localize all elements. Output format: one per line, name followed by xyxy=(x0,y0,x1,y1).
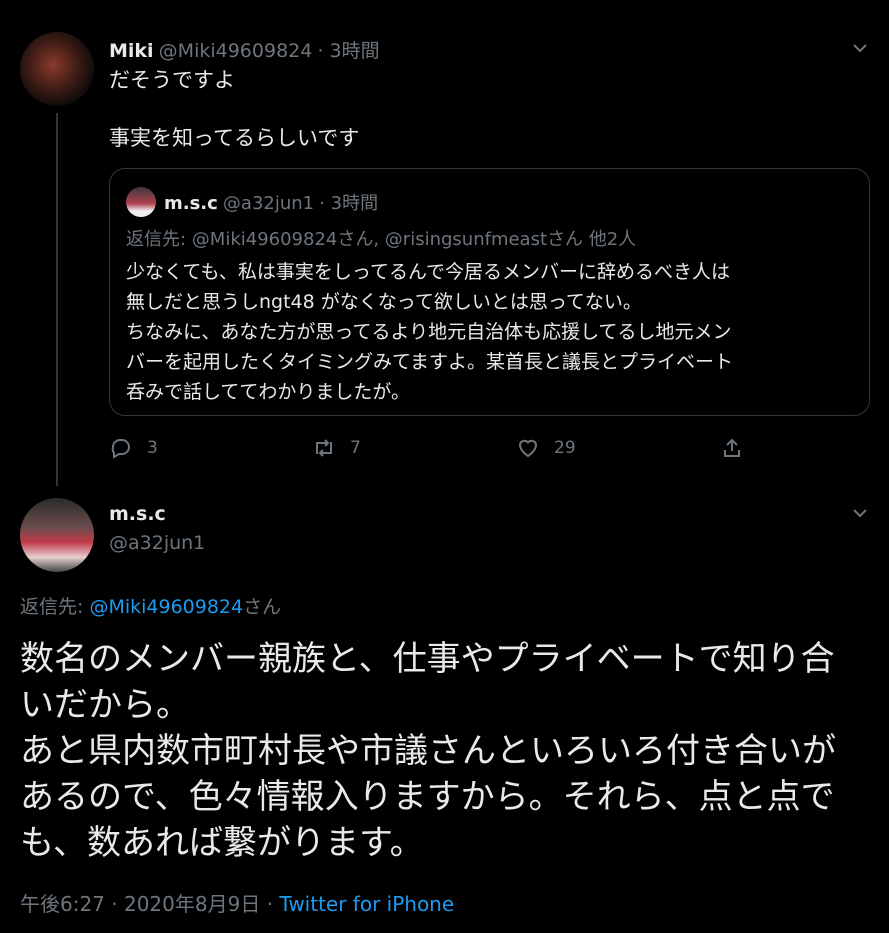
author-name[interactable]: m.s.c xyxy=(109,503,166,525)
chevron-down-icon[interactable] xyxy=(850,38,870,63)
quoted-text-line: ちなみに、あなた方が思ってるより地元自治体も応援してるし地元メン xyxy=(126,321,732,343)
reply-prefix: 返信先: xyxy=(20,596,90,618)
quoted-text-line: 少なくても、私は事実をしってるんで今居るメンバーに辞めるべき人は xyxy=(126,261,731,283)
reply-count: 3 xyxy=(147,438,158,458)
author-name[interactable]: Miki xyxy=(109,40,154,62)
tweet-text-line: も、数あれば繋がります。 xyxy=(20,823,424,863)
reply-to: 返信先: @Miki49609824さん xyxy=(20,592,281,619)
tweet-text-line: 数名のメンバー親族と、仕事やプライベートで知り合 xyxy=(20,639,835,679)
quoted-text: 少なくても、私は事実をしってるんで今居るメンバーに辞めるべき人は 無しだと思うし… xyxy=(126,257,733,407)
reply-handle-link[interactable]: @Miki49609824 xyxy=(89,596,243,618)
retweet-count: 7 xyxy=(350,438,361,458)
reply-button[interactable]: 3 xyxy=(109,436,158,460)
avatar[interactable] xyxy=(20,32,94,106)
quoted-text-line: 無しだと思うしngt48 がなくなって欲しいとは思ってない。 xyxy=(126,291,642,313)
author-handle[interactable]: @Miki49609824 xyxy=(159,40,313,62)
tweet-text-line: だそうですよ xyxy=(109,68,235,92)
tweet-text-line: あるので、色々情報入りますから。それら、点と点で xyxy=(20,777,835,817)
quoted-time: · 3時間 xyxy=(319,193,379,214)
tweet-text-line: 事実を知ってるらしいです xyxy=(109,126,360,150)
author-handle[interactable]: @a32jun1 xyxy=(109,532,205,554)
retweet-button[interactable]: 7 xyxy=(312,436,361,460)
like-count: 29 xyxy=(554,438,576,458)
avatar[interactable] xyxy=(20,498,94,572)
tweet-text-line: いだから。 xyxy=(20,685,190,725)
quoted-tweet[interactable]: m.s.c @a32jun1 · 3時間 返信先: @Miki49609824さ… xyxy=(109,168,870,416)
like-button[interactable]: 29 xyxy=(516,436,576,460)
main-tweet-text: 数名のメンバー親族と、仕事やプライベートで知り合 いだから。 あと県内数市町村長… xyxy=(20,636,836,866)
tweet-meta: 午後6:27 · 2020年8月9日 · Twitter for iPhone xyxy=(20,888,454,917)
timestamp[interactable]: 午後6:27 · 2020年8月9日 · xyxy=(20,892,279,916)
chevron-down-icon[interactable] xyxy=(850,503,870,528)
thread-line xyxy=(56,113,58,486)
tweet-text-line: あと県内数市町村長や市議さんといろいろ付き合いが xyxy=(20,731,836,771)
avatar xyxy=(126,187,156,217)
heart-icon xyxy=(518,439,538,458)
quoted-author-name: m.s.c xyxy=(164,193,218,214)
reply-suffix: さん xyxy=(243,596,282,618)
quoted-reply-to: 返信先: @Miki49609824さん, @risingsunfmeastさん… xyxy=(126,229,637,250)
tweet-time[interactable]: · 3時間 xyxy=(317,40,379,62)
quoted-text-line: 呑みで話しててわかりましたが。 xyxy=(126,381,411,403)
author-name-text: m.s.c xyxy=(109,503,166,525)
share-button[interactable] xyxy=(720,436,744,460)
reply-icon xyxy=(111,439,130,459)
retweet-icon xyxy=(316,439,332,457)
source-link[interactable]: Twitter for iPhone xyxy=(279,892,454,916)
tweet-header: Miki @Miki49609824 · 3時間 xyxy=(109,36,380,63)
quoted-header: m.s.c @a32jun1 · 3時間 xyxy=(164,189,378,215)
quoted-author-handle: @a32jun1 xyxy=(222,193,315,214)
quoted-text-line: バーを起用したくタイミングみてますよ。某首長と議長とプライベート xyxy=(126,351,734,373)
share-icon xyxy=(724,438,740,457)
